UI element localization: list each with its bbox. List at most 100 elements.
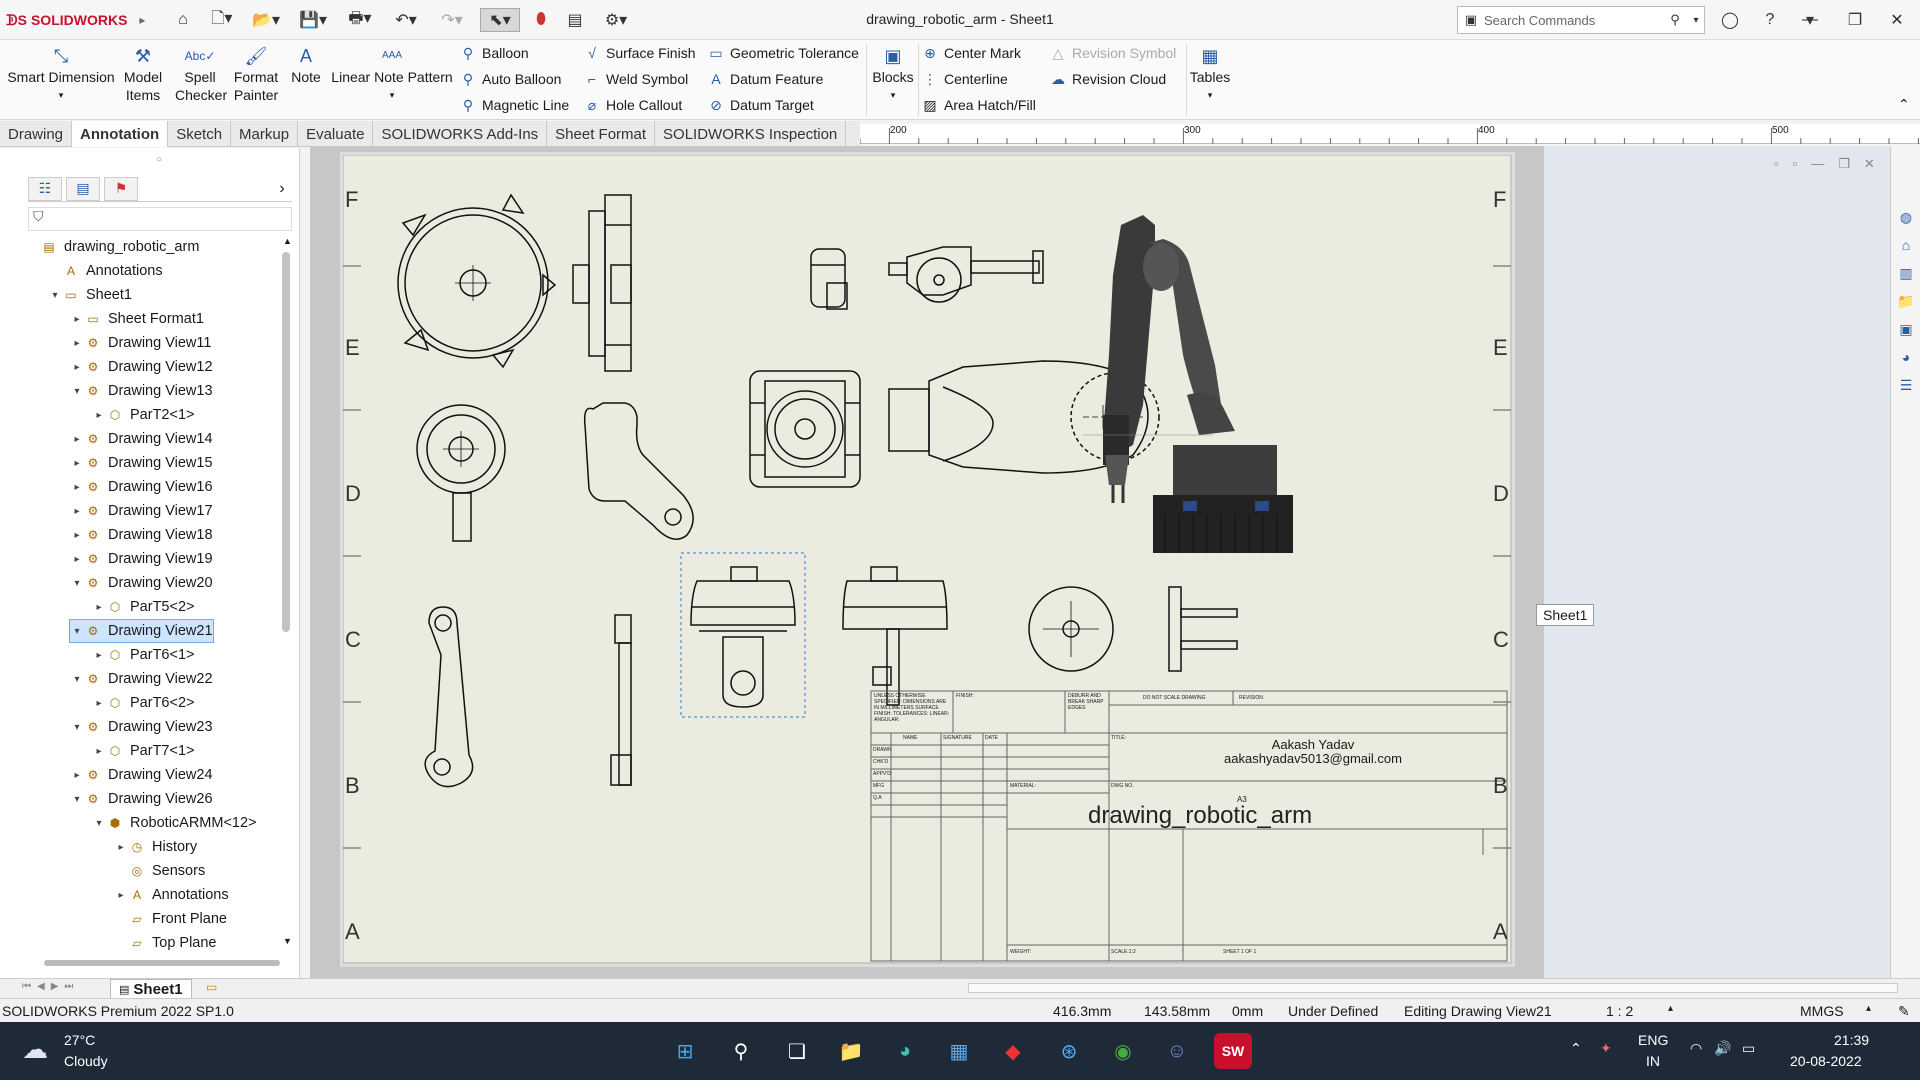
weld-symbol-button[interactable]: ⌐ Weld Symbol: [584, 68, 688, 90]
tab-solidworks-addins[interactable]: SOLIDWORKS Add-Ins: [373, 121, 548, 147]
tree-item[interactable]: ▾ ⚙ Drawing View22: [70, 668, 212, 690]
panel-grip-icon[interactable]: ○: [156, 154, 162, 165]
spell-checker-button[interactable]: Abc✓ Spell Checker: [172, 44, 228, 104]
tree-item[interactable]: ▸ ⬡ ParT5<2>: [92, 596, 194, 618]
tab-annotation[interactable]: Annotation: [72, 121, 169, 147]
tree-expand-icon[interactable]: ▸: [70, 338, 84, 349]
tree-item[interactable]: ▸ ⚙ Drawing View14: [70, 428, 212, 450]
scroll-up-icon[interactable]: ▲: [283, 236, 292, 246]
tree-item[interactable]: ▾ ⚙ Drawing View26: [70, 788, 212, 810]
solidworks-resources-icon[interactable]: ◍: [1895, 206, 1917, 228]
status-units[interactable]: MMGS: [1800, 1003, 1844, 1019]
file-explorer-icon[interactable]: 📁: [1895, 290, 1917, 312]
print-icon[interactable]: 🖶▾: [340, 8, 380, 32]
clock-date[interactable]: 20-08-2022: [1790, 1053, 1862, 1069]
select-pointer-icon[interactable]: ⬉▾: [480, 8, 520, 32]
search-input[interactable]: Search Commands: [1484, 13, 1662, 28]
tree-item[interactable]: ▸ ⚙ Drawing View17: [70, 500, 212, 522]
tree-item[interactable]: ▸ ⚙ Drawing View16: [70, 476, 212, 498]
tree-item[interactable]: ▸ ⬡ ParT6<1>: [92, 644, 194, 666]
tree-expand-icon[interactable]: ▸: [92, 650, 106, 661]
user-account-icon[interactable]: ◯: [1715, 6, 1745, 34]
help-icon[interactable]: ?: [1755, 6, 1785, 34]
tab-sketch[interactable]: Sketch: [168, 121, 232, 147]
tree-item[interactable]: ▸ ⚙ Drawing View18: [70, 524, 212, 546]
magnetic-line-button[interactable]: ⚲ Magnetic Line: [460, 94, 569, 116]
tree-expand-icon[interactable]: ▾: [70, 386, 84, 397]
tree-item[interactable]: A Annotations: [48, 260, 163, 282]
view-palette-icon[interactable]: ▣: [1895, 318, 1917, 340]
tree-expand-icon[interactable]: ▾: [92, 818, 106, 829]
tree-expand-icon[interactable]: ▸: [70, 530, 84, 541]
tree-expand-icon[interactable]: ▸: [92, 602, 106, 613]
tree-item[interactable]: ▤ drawing_robotic_arm: [26, 236, 199, 258]
tree-filter[interactable]: ⛉: [28, 207, 292, 231]
tree-expand-icon[interactable]: ▸: [70, 458, 84, 469]
chrome-browser-icon[interactable]: ◉: [1104, 1033, 1142, 1069]
file-explorer-icon[interactable]: 📁: [832, 1033, 870, 1069]
view-bracket[interactable]: [1168, 586, 1238, 672]
region-indicator[interactable]: IN: [1646, 1053, 1660, 1069]
tree-item[interactable]: ▾ ▭ Sheet1: [48, 284, 131, 306]
tree-expand-icon[interactable]: ▸: [70, 482, 84, 493]
search-dropdown-icon[interactable]: ▾: [1688, 15, 1704, 26]
undo-icon[interactable]: ↶▾: [388, 8, 424, 32]
battery-icon[interactable]: ▭: [1742, 1040, 1755, 1057]
tree-expand-icon[interactable]: ▸: [70, 314, 84, 325]
units-dropdown-icon[interactable]: ▴: [1866, 1003, 1871, 1014]
tab-markup[interactable]: Markup: [231, 121, 299, 147]
red-app-icon[interactable]: ◆: [994, 1033, 1032, 1069]
dropdown-icon[interactable]: ▾: [891, 86, 896, 104]
view-long-link[interactable]: [424, 606, 474, 788]
view-gear-side[interactable]: [572, 194, 632, 372]
collapse-ribbon-icon[interactable]: ⌃: [1898, 96, 1910, 113]
weather-temperature[interactable]: 27°C: [64, 1032, 95, 1048]
solidworks-logo[interactable]: ᗫS SOLIDWORKS ▸: [6, 8, 145, 32]
tables-button[interactable]: ▦ Tables ▾: [1188, 44, 1232, 104]
tree-item[interactable]: ▸ ⚙ Drawing View15: [70, 452, 212, 474]
view-small-cap[interactable]: [810, 248, 848, 310]
tab-sheet-format[interactable]: Sheet Format: [547, 121, 656, 147]
rebuild-icon[interactable]: ⬮: [528, 8, 554, 32]
tree-item[interactable]: ▸ ⚙ Drawing View11: [70, 332, 211, 354]
search-commands-box[interactable]: ▣ Search Commands ⚲ ▾: [1457, 6, 1705, 34]
tree-scrollbar[interactable]: ▲ ▼: [280, 236, 292, 948]
microsoft-store-icon[interactable]: ▦: [940, 1033, 978, 1069]
language-indicator[interactable]: ENG: [1638, 1032, 1668, 1048]
tab-drawing[interactable]: Drawing: [0, 121, 73, 147]
smart-dimension-button[interactable]: ⤡ Smart Dimension ▾: [6, 44, 116, 104]
linear-note-pattern-button[interactable]: AAA Linear Note Pattern ▾: [330, 44, 454, 104]
search-icon[interactable]: ⚲: [1662, 12, 1688, 28]
surface-finish-button[interactable]: √ Surface Finish: [584, 42, 695, 64]
volume-icon[interactable]: 🔊: [1714, 1040, 1731, 1057]
tree-expand-icon[interactable]: ▸: [114, 842, 128, 853]
home-tab-icon[interactable]: ⌂: [1895, 234, 1917, 256]
tree-item[interactable]: ▱ Top Plane: [114, 932, 216, 954]
tray-app-icon[interactable]: ✦: [1600, 1040, 1612, 1057]
weather-description[interactable]: Cloudy: [64, 1053, 108, 1069]
view-base-cylinder[interactable]: [842, 566, 948, 706]
minimize-button[interactable]: —: [1795, 6, 1825, 34]
scale-dropdown-icon[interactable]: ▴: [1668, 1003, 1673, 1014]
tree-item[interactable]: ▸ ▭ Sheet Format1: [70, 308, 203, 330]
close-button[interactable]: ✕: [1882, 6, 1912, 34]
search-icon[interactable]: ⚲: [722, 1033, 760, 1069]
blocks-button[interactable]: ▣ Blocks ▾: [870, 44, 916, 104]
sheet-tab-sheet1[interactable]: ▤ Sheet1: [110, 979, 192, 999]
show-hidden-icons-icon[interactable]: ⌃: [1570, 1040, 1582, 1057]
note-button[interactable]: A Note: [286, 44, 326, 86]
tree-item[interactable]: ▸ ⬡ ParT6<2>: [92, 692, 194, 714]
view-knob[interactable]: [416, 404, 506, 542]
open-folder-icon[interactable]: 📂▾: [246, 8, 286, 32]
windows-start-icon[interactable]: ⊞: [666, 1033, 704, 1069]
model-items-button[interactable]: ⚒ Model Items: [118, 44, 168, 104]
new-document-icon[interactable]: 🗋▾: [204, 8, 240, 32]
status-sheet-scale[interactable]: 1 : 2: [1606, 1003, 1633, 1019]
tree-item[interactable]: ▸ ⚙ Drawing View12: [70, 356, 212, 378]
home-icon[interactable]: ⌂: [170, 8, 196, 32]
wifi-icon[interactable]: ◠: [1690, 1040, 1702, 1057]
geometric-tolerance-button[interactable]: ▭ Geometric Tolerance: [708, 42, 859, 64]
task-view-icon[interactable]: ❏: [778, 1033, 816, 1069]
tree-expand-icon[interactable]: ▸: [70, 362, 84, 373]
view-flange[interactable]: [1028, 586, 1114, 672]
